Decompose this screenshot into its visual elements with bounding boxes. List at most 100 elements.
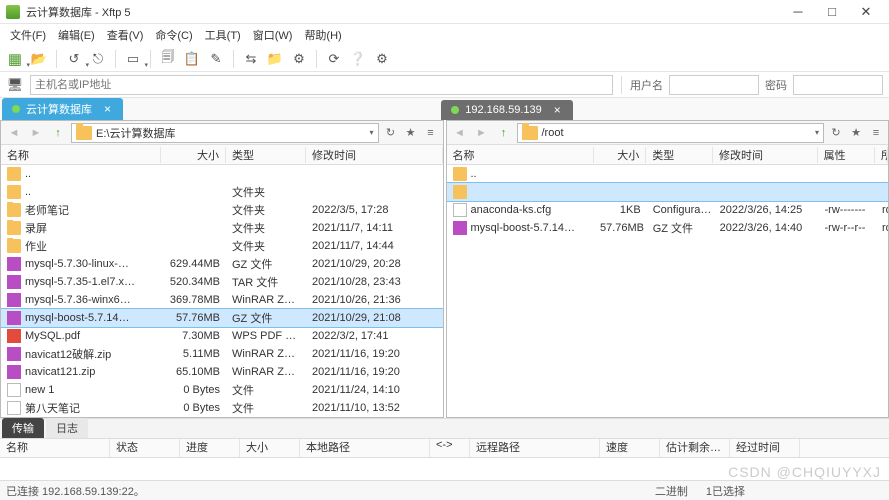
- status-dot-icon: [451, 106, 459, 114]
- paste-icon[interactable]: 📋: [183, 50, 201, 68]
- minimize-button[interactable]: ─: [781, 1, 815, 23]
- file-row[interactable]: navicat12破解.zip5.11MBWinRAR Z…2021/11/16…: [1, 345, 443, 363]
- archive-icon: [7, 365, 21, 379]
- file-row[interactable]: anaconda-ks.cfg1KBConfigura…2022/3/26, 1…: [447, 201, 889, 219]
- user-input[interactable]: [669, 75, 759, 95]
- file-row[interactable]: new 10 Bytes文件2021/11/24, 14:10: [1, 381, 443, 399]
- back-icon[interactable]: ◄: [5, 124, 23, 142]
- remote-header: 名称大小类型修改时间属性所有者: [447, 145, 889, 165]
- sync-icon[interactable]: ⇆: [242, 50, 260, 68]
- refresh-icon[interactable]: ⟳: [325, 50, 343, 68]
- newfolder-icon[interactable]: 📁: [266, 50, 284, 68]
- bookmark-icon[interactable]: ★: [403, 125, 419, 141]
- xfer-col[interactable]: 进度: [180, 439, 240, 457]
- open-icon[interactable]: 📂: [30, 50, 48, 68]
- col-header[interactable]: 名称: [447, 147, 594, 163]
- xfer-col[interactable]: 远程路径: [470, 439, 600, 457]
- bookmark-icon[interactable]: ★: [848, 125, 864, 141]
- col-header[interactable]: 所有者: [875, 147, 888, 163]
- up-icon[interactable]: ↑: [49, 124, 67, 142]
- col-header[interactable]: 类型: [226, 147, 306, 163]
- panes: ◄ ► ↑ E:\云计算数据库 ▾ ↻ ★ ≡ 名称大小类型修改时间 ....文…: [0, 120, 889, 418]
- menu-item[interactable]: 工具(T): [201, 25, 245, 45]
- col-header[interactable]: 类型: [646, 147, 713, 163]
- menu-item[interactable]: 命令(C): [151, 25, 196, 45]
- close-icon[interactable]: ×: [554, 103, 561, 117]
- local-filelist[interactable]: ....文件夹老师笔记文件夹2022/3/5, 17:28录屏文件夹2021/1…: [1, 165, 443, 417]
- xfer-col[interactable]: 经过时间: [730, 439, 800, 457]
- edit-icon[interactable]: ✎: [207, 50, 225, 68]
- file-row[interactable]: ..: [1, 165, 443, 183]
- pass-input[interactable]: [793, 75, 883, 95]
- file-row[interactable]: navicat121.zip65.10MBWinRAR Z…2021/11/16…: [1, 363, 443, 381]
- file-row[interactable]: mysql-5.7.36-winx6…369.78MBWinRAR Z…2021…: [1, 291, 443, 309]
- layout-icon[interactable]: ▭▾: [124, 50, 142, 68]
- col-header[interactable]: 属性: [818, 147, 875, 163]
- menu-item[interactable]: 编辑(E): [54, 25, 99, 45]
- file-row[interactable]: MySQL.pdf7.30MBWPS PDF …2022/3/2, 17:41: [1, 327, 443, 345]
- menu-item[interactable]: 文件(F): [6, 25, 50, 45]
- list-icon[interactable]: ≡: [423, 125, 439, 141]
- archive-icon: [7, 293, 21, 307]
- col-header[interactable]: 修改时间: [306, 147, 443, 163]
- xfer-col[interactable]: 速度: [600, 439, 660, 457]
- tab-local[interactable]: 云计算数据库 ×: [2, 98, 123, 120]
- file-row[interactable]: 作业文件夹2021/11/7, 14:44: [1, 237, 443, 255]
- xfer-col[interactable]: 大小: [240, 439, 300, 457]
- menu-item[interactable]: 帮助(H): [300, 25, 345, 45]
- col-header[interactable]: 大小: [594, 147, 647, 163]
- archive-icon: [7, 347, 21, 361]
- options-icon[interactable]: ⚙: [373, 50, 391, 68]
- refresh-icon[interactable]: ↻: [383, 125, 399, 141]
- close-button[interactable]: ✕: [849, 1, 883, 23]
- remote-path: /root: [542, 127, 564, 139]
- file-row[interactable]: 老师笔记文件夹2022/3/5, 17:28: [1, 201, 443, 219]
- col-header[interactable]: 修改时间: [713, 147, 818, 163]
- xfer-col[interactable]: 估计剩余…: [660, 439, 730, 457]
- reconnect-icon[interactable]: ↺▾: [65, 50, 83, 68]
- remote-filelist[interactable]: .. anaconda-ks.cfg1KBConfigura…2022/3/26,…: [447, 165, 889, 417]
- file-row[interactable]: mysql-5.7.35-1.el7.x…520.34MBTAR 文件2021/…: [1, 273, 443, 291]
- list-icon[interactable]: ≡: [868, 125, 884, 141]
- close-icon[interactable]: ×: [104, 102, 111, 116]
- help-icon[interactable]: ❔: [349, 50, 367, 68]
- file-row[interactable]: mysql-boost-5.7.14…57.76MBGZ 文件2022/3/26…: [447, 219, 889, 237]
- statusbar: 已连接 192.168.59.139:22。 二进制 1已选择: [0, 480, 889, 500]
- file-row[interactable]: ..文件夹: [1, 183, 443, 201]
- bottom-tabs: 传输日志: [0, 418, 889, 438]
- file-row[interactable]: [447, 183, 889, 201]
- bottom-tab[interactable]: 日志: [46, 418, 88, 438]
- local-path-box[interactable]: E:\云计算数据库 ▾: [71, 123, 379, 143]
- disconnect-icon[interactable]: ⎋: [89, 50, 107, 68]
- back-icon[interactable]: ◄: [451, 124, 469, 142]
- archive-icon: [453, 221, 467, 235]
- fwd-icon[interactable]: ►: [27, 124, 45, 142]
- file-row[interactable]: mysql-boost-5.7.14…57.76MBGZ 文件2021/10/2…: [1, 309, 443, 327]
- file-row[interactable]: 录屏文件夹2021/11/7, 14:11: [1, 219, 443, 237]
- menubar: 文件(F)编辑(E)查看(V)命令(C)工具(T)窗口(W)帮助(H): [0, 24, 889, 46]
- copy-icon[interactable]: 🗐: [159, 50, 177, 68]
- col-header[interactable]: 大小: [161, 147, 226, 163]
- properties-icon[interactable]: ⚙: [290, 50, 308, 68]
- host-input[interactable]: [30, 75, 613, 95]
- up-icon[interactable]: ↑: [495, 124, 513, 142]
- host-icon: 🖥: [6, 76, 24, 94]
- file-row[interactable]: ..: [447, 165, 889, 183]
- tab-remote[interactable]: 192.168.59.139 ×: [441, 100, 572, 120]
- new-session-icon[interactable]: ▦▾: [6, 50, 24, 68]
- xfer-col[interactable]: 状态: [110, 439, 180, 457]
- remote-path-box[interactable]: /root ▾: [517, 123, 825, 143]
- bottom-tab[interactable]: 传输: [2, 418, 44, 438]
- fwd-icon[interactable]: ►: [473, 124, 491, 142]
- file-row[interactable]: 第八天笔记0 Bytes文件2021/11/10, 13:52: [1, 399, 443, 417]
- xfer-col[interactable]: 名称: [0, 439, 110, 457]
- col-header[interactable]: 名称: [1, 147, 161, 163]
- refresh-icon[interactable]: ↻: [828, 125, 844, 141]
- maximize-button[interactable]: □: [815, 1, 849, 23]
- xfer-col[interactable]: <->: [430, 439, 470, 457]
- folder-icon: [7, 221, 21, 235]
- xfer-col[interactable]: 本地路径: [300, 439, 430, 457]
- file-row[interactable]: mysql-5.7.30-linux-…629.44MBGZ 文件2021/10…: [1, 255, 443, 273]
- menu-item[interactable]: 查看(V): [103, 25, 148, 45]
- menu-item[interactable]: 窗口(W): [249, 25, 297, 45]
